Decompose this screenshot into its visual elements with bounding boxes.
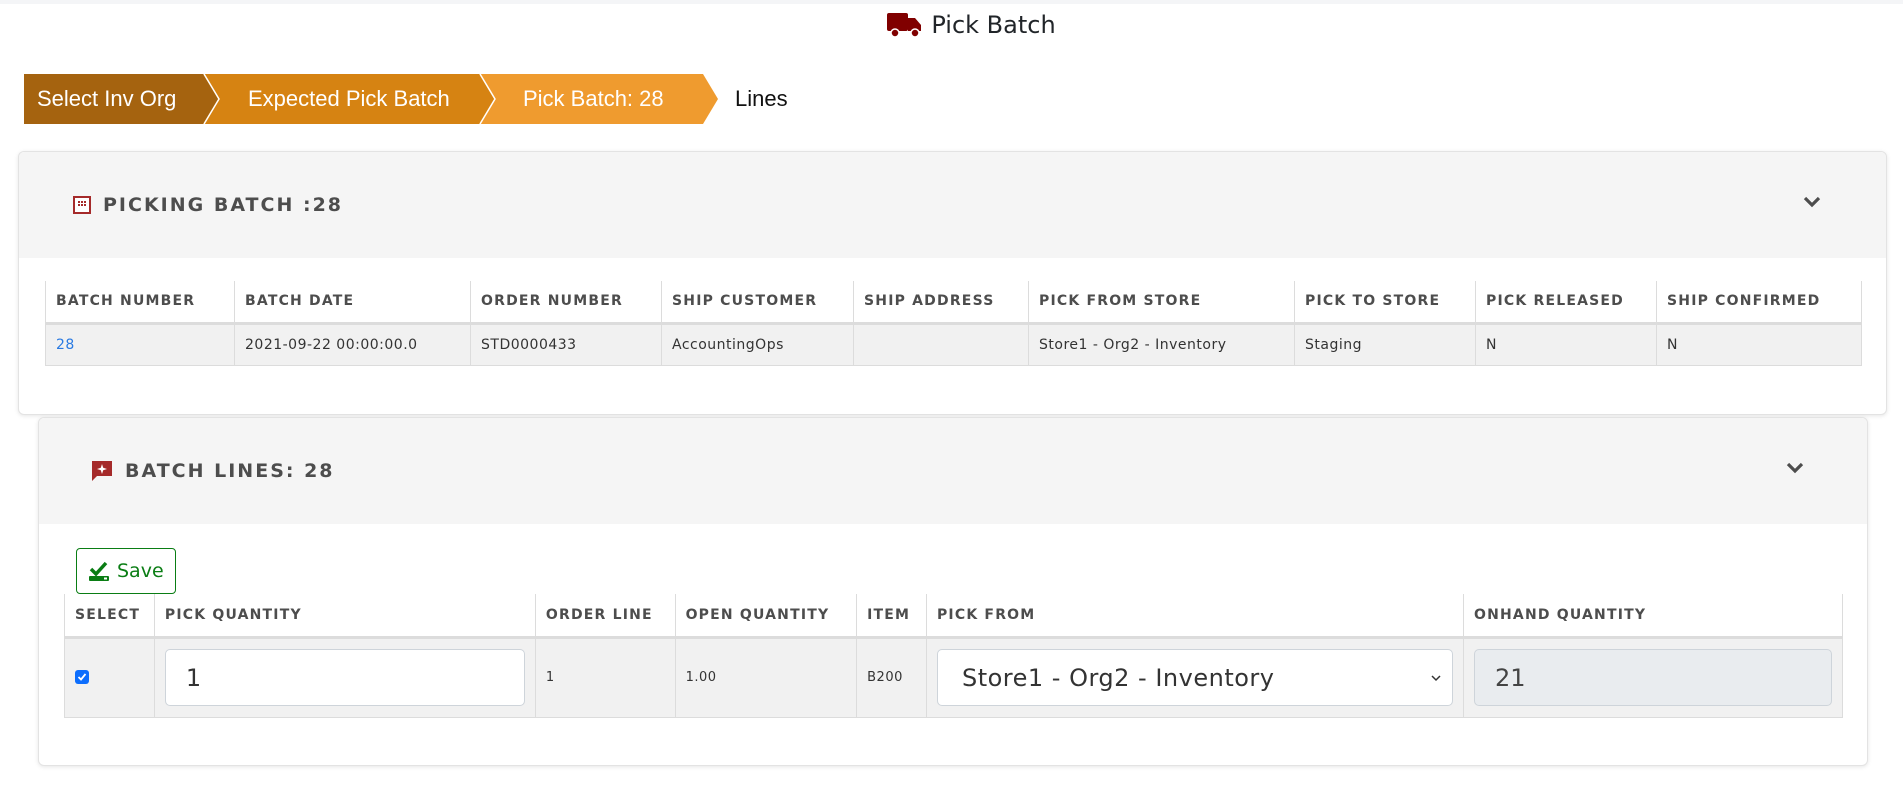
ship-customer-cell: AccountingOps bbox=[661, 322, 854, 366]
column-header: PICK QUANTITY bbox=[153, 594, 536, 639]
pick-quantity-cell bbox=[153, 636, 536, 718]
batch-date-cell: 2021-09-22 00:00:00.0 bbox=[234, 322, 471, 366]
batch-number-link[interactable]: 28 bbox=[56, 337, 75, 353]
breadcrumb-separator bbox=[203, 74, 220, 124]
save-button-label: Save bbox=[117, 560, 164, 582]
picking-batch-table: BATCH NUMBER BATCH DATE ORDER NUMBER SHI… bbox=[45, 281, 1862, 366]
top-strip bbox=[0, 0, 1903, 4]
table-row: 28 2021-09-22 00:00:00.0 STD0000433 Acco… bbox=[45, 322, 1862, 366]
column-header: ORDER LINE bbox=[534, 594, 676, 639]
column-header: SHIP ADDRESS bbox=[853, 281, 1029, 325]
column-header: PICK RELEASED bbox=[1475, 281, 1657, 325]
select-checkbox[interactable] bbox=[75, 669, 89, 684]
picking-batch-panel: PICKING BATCH :28 BATCH NUMBER BATCH DAT… bbox=[18, 151, 1887, 415]
chevron-down-icon[interactable] bbox=[1800, 190, 1824, 214]
ship-confirmed-cell: N bbox=[1656, 322, 1862, 366]
breadcrumb-separator bbox=[479, 74, 496, 124]
column-header: OPEN QUANTITY bbox=[674, 594, 858, 639]
batch-lines-panel: BATCH LINES: 28 Save SELECT PICK QUANTIT… bbox=[38, 417, 1868, 766]
column-header: SHIP CONFIRMED bbox=[1656, 281, 1862, 325]
column-header: BATCH DATE bbox=[234, 281, 471, 325]
onhand-quantity-cell bbox=[1463, 636, 1843, 718]
column-header: PICK FROM bbox=[925, 594, 1465, 639]
checkmark-icon bbox=[77, 672, 87, 681]
panel-title: BATCH LINES: 28 bbox=[125, 460, 335, 482]
pick-quantity-input[interactable] bbox=[164, 649, 525, 706]
order-number-cell: STD0000433 bbox=[470, 322, 662, 366]
column-header: SELECT bbox=[64, 594, 155, 639]
pick-from-store-cell: Store1 - Org2 - Inventory bbox=[1028, 322, 1295, 366]
chevron-down-icon[interactable] bbox=[1783, 456, 1807, 480]
panel-title: PICKING BATCH :28 bbox=[103, 194, 344, 216]
table-row: 1 1.00 B200 Store1 - Org2 - Inventory bbox=[64, 636, 1843, 718]
table-header-row: BATCH NUMBER BATCH DATE ORDER NUMBER SHI… bbox=[45, 281, 1862, 325]
breadcrumb: Select Inv Org Expected Pick Batch Pick … bbox=[24, 74, 788, 124]
column-header: BATCH NUMBER bbox=[45, 281, 235, 325]
batch-lines-header[interactable]: BATCH LINES: 28 bbox=[39, 418, 1867, 524]
ship-address-cell bbox=[853, 322, 1029, 366]
open-quantity-cell: 1.00 bbox=[674, 636, 858, 718]
column-header: ONHAND QUANTITY bbox=[1463, 594, 1843, 639]
pick-to-store-cell: Staging bbox=[1294, 322, 1476, 366]
column-header: ORDER NUMBER bbox=[470, 281, 662, 325]
order-line-cell: 1 bbox=[534, 636, 676, 718]
pick-from-cell: Store1 - Org2 - Inventory bbox=[925, 636, 1465, 718]
column-header: SHIP CUSTOMER bbox=[661, 281, 854, 325]
batch-number-cell: 28 bbox=[45, 322, 235, 366]
breadcrumb-label: Pick Batch: 28 bbox=[523, 86, 664, 111]
pick-released-cell: N bbox=[1475, 322, 1657, 366]
chevron-down-icon bbox=[1431, 674, 1441, 681]
breadcrumb-label: Expected Pick Batch bbox=[248, 86, 450, 111]
pick-from-select[interactable]: Store1 - Org2 - Inventory bbox=[936, 649, 1453, 706]
column-header: ITEM bbox=[856, 594, 927, 639]
breadcrumb-pick-batch[interactable]: Pick Batch: 28 bbox=[479, 74, 718, 124]
calendar-icon bbox=[73, 196, 91, 214]
item-cell: B200 bbox=[856, 636, 927, 718]
save-button[interactable]: Save bbox=[76, 548, 176, 594]
breadcrumb-label: Lines bbox=[735, 86, 788, 111]
select-cell bbox=[64, 636, 155, 718]
column-header: PICK FROM STORE bbox=[1028, 281, 1295, 325]
picking-batch-header[interactable]: PICKING BATCH :28 bbox=[19, 152, 1886, 258]
page-header: Pick Batch bbox=[0, 8, 1903, 42]
comment-star-icon bbox=[92, 461, 112, 481]
batch-lines-table: SELECT PICK QUANTITY ORDER LINE OPEN QUA… bbox=[64, 594, 1843, 718]
table-header-row: SELECT PICK QUANTITY ORDER LINE OPEN QUA… bbox=[64, 594, 1843, 639]
pick-from-selected-value: Store1 - Org2 - Inventory bbox=[961, 663, 1275, 692]
breadcrumb-expected-pick-batch[interactable]: Expected Pick Batch bbox=[203, 74, 496, 124]
breadcrumb-label: Select Inv Org bbox=[37, 86, 177, 111]
save-check-icon bbox=[89, 561, 109, 581]
truck-icon bbox=[887, 13, 922, 38]
breadcrumb-select-inv-org[interactable]: Select Inv Org bbox=[24, 74, 220, 124]
onhand-quantity-input bbox=[1474, 649, 1832, 706]
column-header: PICK TO STORE bbox=[1294, 281, 1476, 325]
page-title: Pick Batch bbox=[931, 11, 1056, 39]
